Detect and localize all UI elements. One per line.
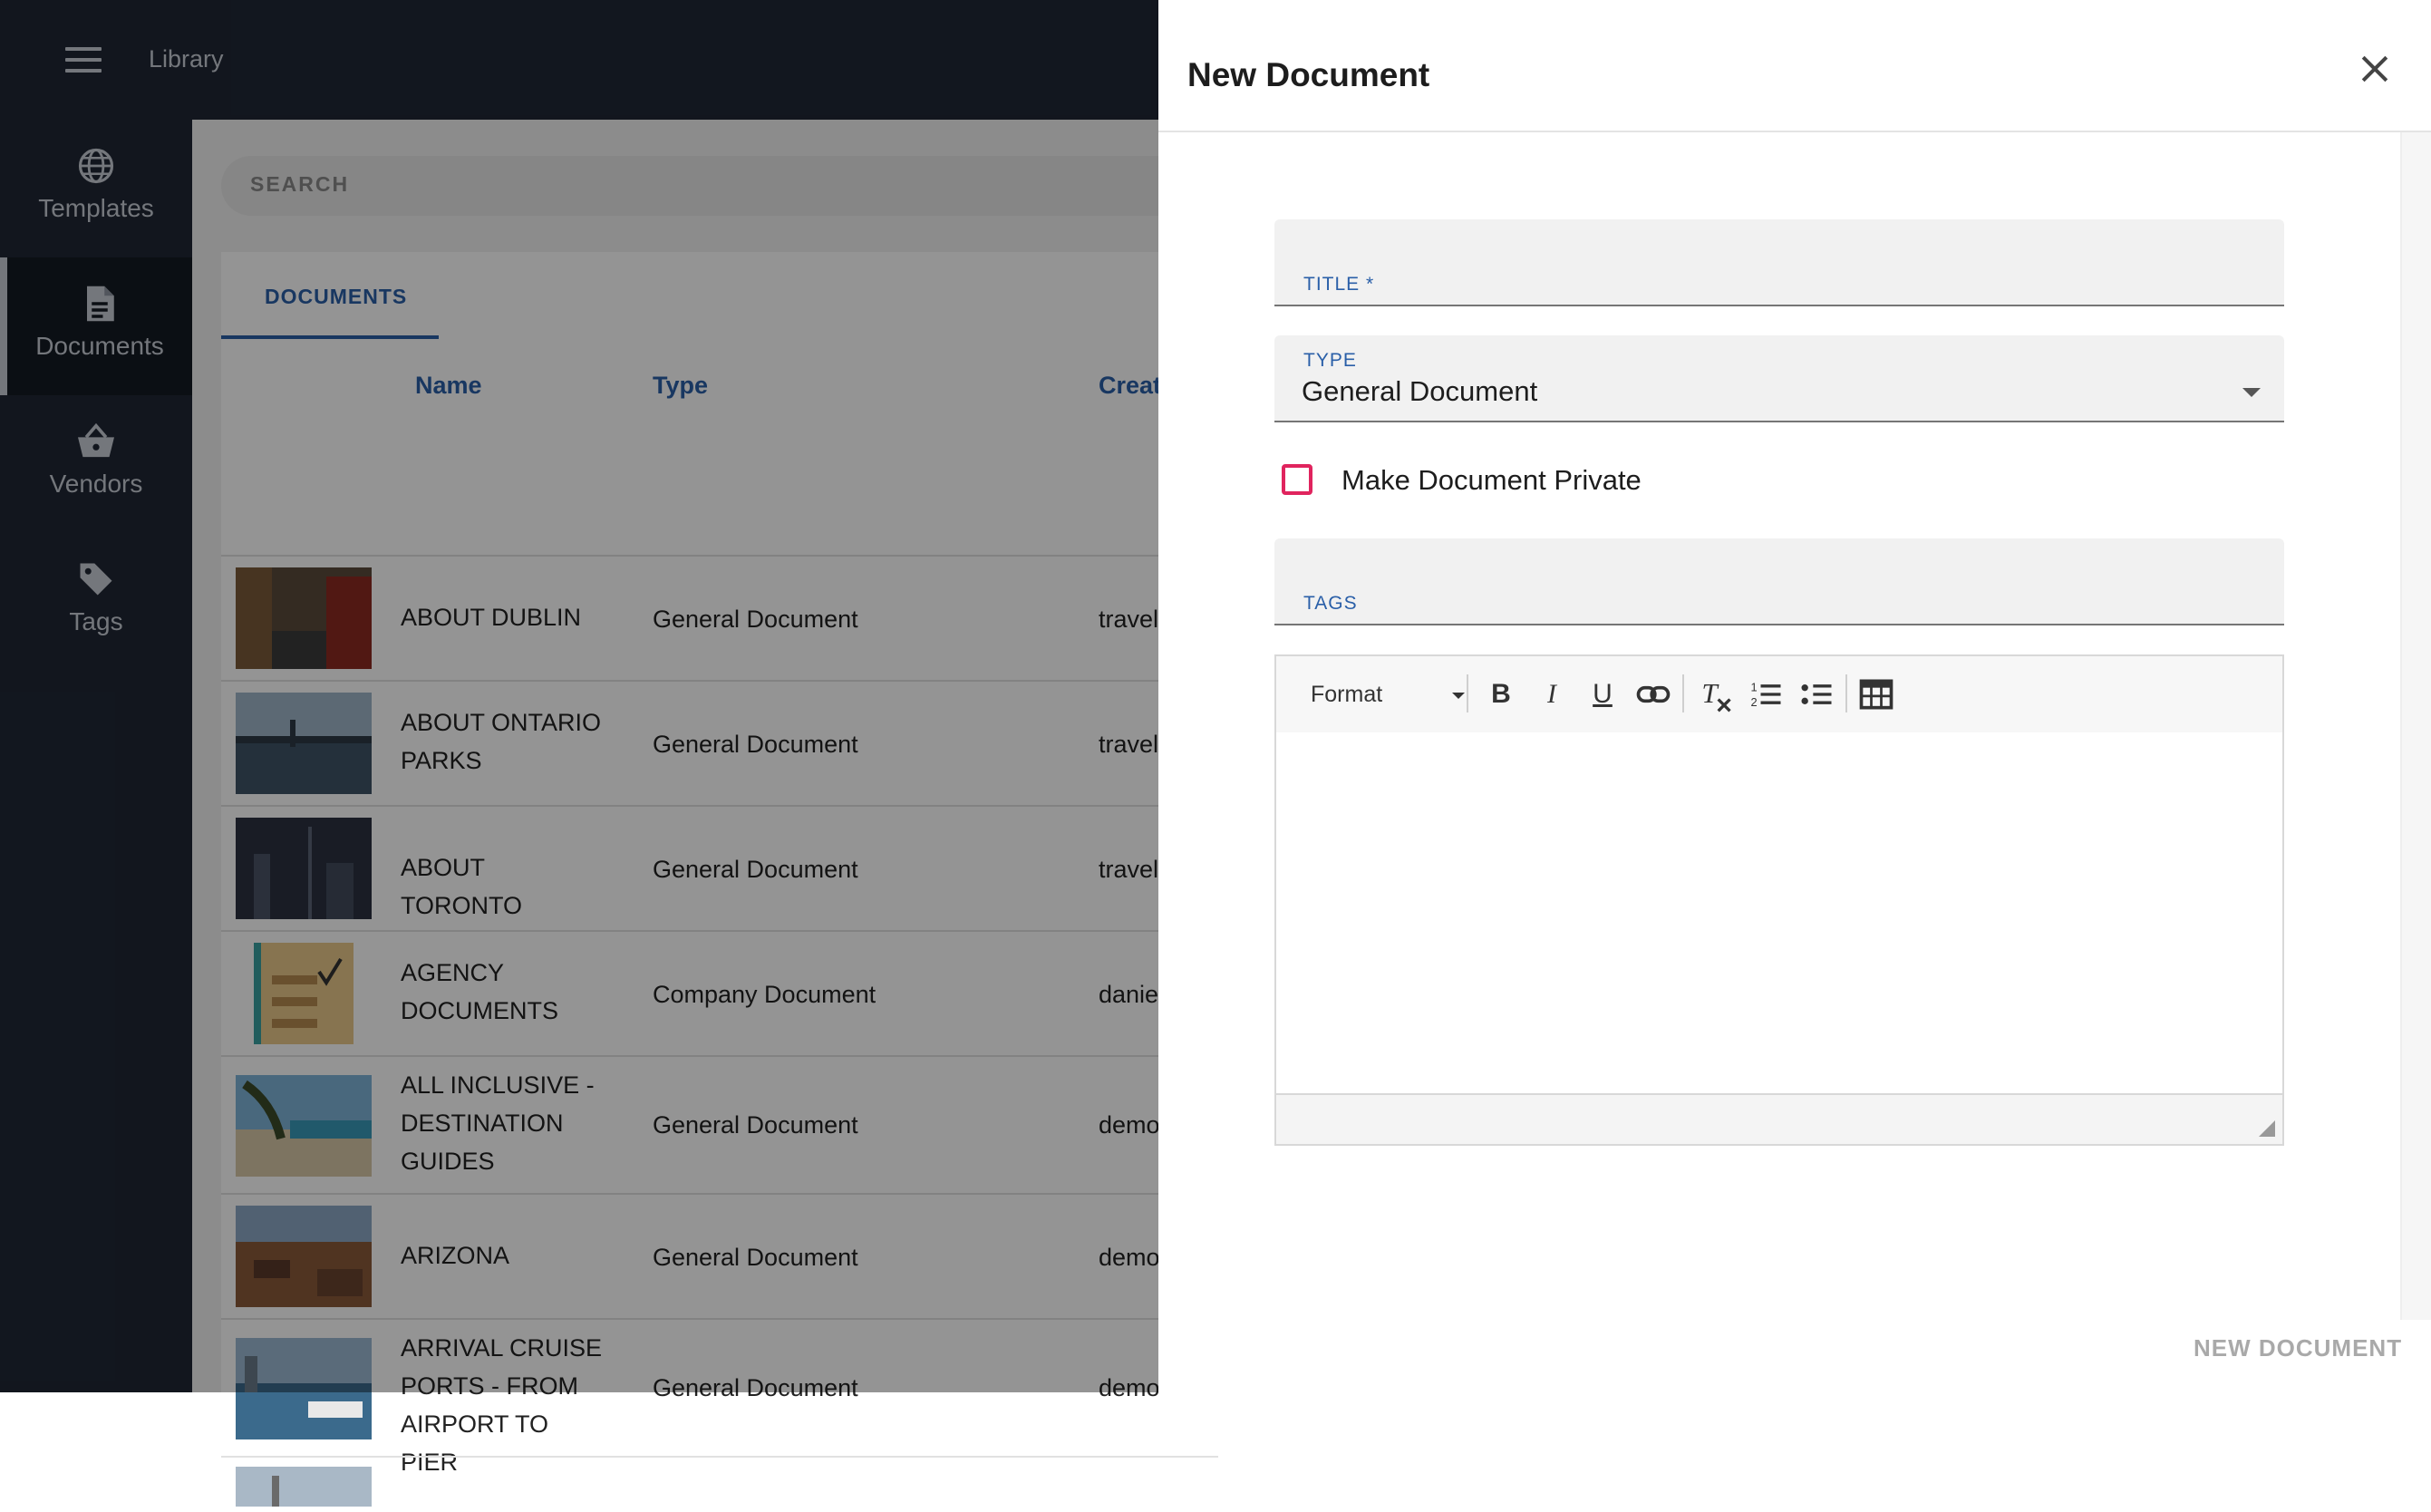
close-icon[interactable] [2355, 49, 2395, 89]
table-icon[interactable] [1856, 674, 1896, 714]
thumbnail-image [236, 1467, 372, 1507]
chevron-down-icon [1452, 693, 1465, 699]
svg-text:T: T [1701, 677, 1719, 709]
clear-formatting-icon[interactable]: T [1695, 674, 1735, 714]
numbered-list-icon[interactable]: 12 [1746, 674, 1786, 714]
type-value: General Document [1302, 375, 1538, 407]
title-field[interactable]: TITLE * [1274, 219, 2284, 306]
format-label: Format [1311, 682, 1383, 707]
svg-text:1: 1 [1751, 680, 1758, 693]
toolbar-separator [1845, 674, 1847, 712]
bulleted-list-icon[interactable] [1797, 674, 1836, 714]
private-checkbox-label[interactable]: Make Document Private [1341, 464, 1642, 497]
type-select[interactable]: TYPE General Document [1274, 335, 2284, 422]
rich-text-editor: Format B I U T 12 [1274, 654, 2284, 1146]
divider [1158, 131, 2431, 132]
link-icon[interactable] [1633, 674, 1673, 714]
new-document-button[interactable]: NEW DOCUMENT [2194, 1334, 2402, 1362]
modal-backdrop[interactable] [0, 0, 1158, 1392]
svg-text:2: 2 [1751, 695, 1758, 709]
underline-icon[interactable]: U [1583, 674, 1622, 714]
dialog-title: New Document [1187, 56, 1430, 93]
italic-icon[interactable]: I [1532, 674, 1572, 714]
editor-status-bar [1276, 1093, 2282, 1144]
tags-field[interactable]: TAGS [1274, 538, 2284, 625]
title-field-label: TITLE * [1303, 274, 1375, 295]
toolbar-separator [1467, 674, 1468, 712]
scrollbar[interactable] [2400, 132, 2431, 1320]
resize-handle-icon[interactable] [2259, 1120, 2275, 1137]
editor-content-area[interactable] [1276, 732, 2282, 1095]
table-row[interactable] [221, 1456, 1218, 1512]
chevron-down-icon [2242, 388, 2261, 397]
toolbar-separator [1682, 674, 1684, 712]
private-checkbox[interactable] [1282, 464, 1312, 495]
editor-toolbar: Format B I U T 12 [1276, 656, 2282, 734]
bold-icon[interactable]: B [1481, 674, 1521, 714]
format-dropdown[interactable]: Format [1311, 678, 1465, 711]
tags-field-label: TAGS [1303, 593, 1358, 614]
type-field-label: TYPE [1303, 350, 1357, 371]
